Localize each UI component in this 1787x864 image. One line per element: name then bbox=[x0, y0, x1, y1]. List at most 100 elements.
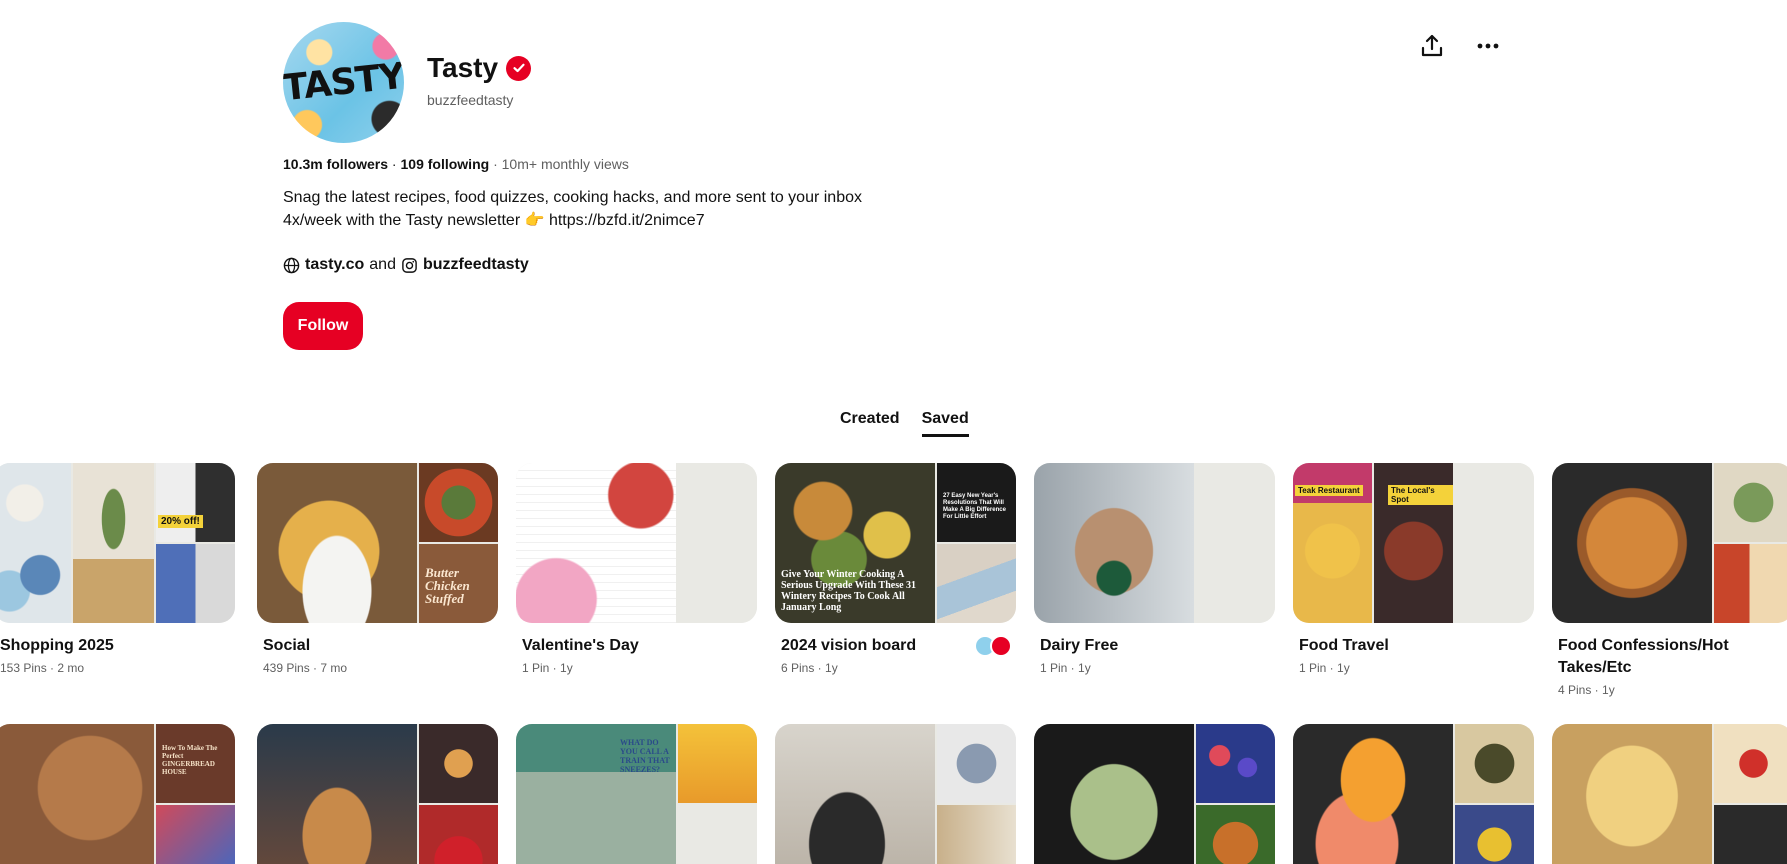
board-cover-placeholder bbox=[678, 463, 757, 542]
board-cover bbox=[257, 724, 498, 864]
board-cover-caption: The Local's Spot bbox=[1388, 485, 1453, 505]
board-cover bbox=[1552, 724, 1787, 864]
board-card[interactable] bbox=[1034, 724, 1275, 864]
board-card[interactable]: How To Make The Perfect GINGERBREAD HOUS… bbox=[0, 724, 235, 864]
board-cover-placeholder bbox=[1455, 463, 1534, 542]
board-card[interactable]: Dairy Free 1 Pin · 1y bbox=[1034, 463, 1275, 675]
verified-check-icon bbox=[506, 55, 532, 81]
profile-avatar: TASTY bbox=[283, 22, 404, 143]
board-card[interactable]: Food Confessions/Hot Takes/Etc 4 Pins · … bbox=[1552, 463, 1787, 697]
board-cover-image bbox=[1196, 805, 1275, 864]
more-options-button[interactable] bbox=[1464, 22, 1512, 70]
instagram-icon bbox=[402, 257, 417, 273]
board-cover: Butter Chicken Stuffed bbox=[257, 463, 498, 623]
board-cover-image bbox=[1455, 805, 1534, 864]
more-icon bbox=[1477, 43, 1499, 49]
board-cover-image bbox=[1034, 463, 1194, 623]
board-card[interactable] bbox=[257, 724, 498, 864]
tab-saved[interactable]: Saved bbox=[921, 410, 969, 437]
boards-grid: 20% off! Shopping 2025 153 Pins · 2 mo B… bbox=[0, 463, 1787, 864]
board-cover bbox=[1293, 724, 1534, 864]
board-cover-image bbox=[1714, 544, 1787, 623]
board-cover-image bbox=[937, 805, 1016, 864]
board-cover-caption: WHAT DO YOU CALL A TRAIN THAT SNEEZES? bbox=[620, 738, 670, 774]
board-collaborators bbox=[974, 635, 1012, 657]
board-cover-image bbox=[156, 544, 235, 623]
board-cover bbox=[516, 463, 757, 623]
avatar-logo-text: TASTY bbox=[283, 55, 404, 110]
board-meta: 153 Pins · 2 mo bbox=[0, 661, 85, 675]
board-cover-placeholder bbox=[1196, 544, 1275, 623]
board-card[interactable] bbox=[1293, 724, 1534, 864]
links-joiner: and bbox=[369, 256, 396, 273]
board-cover-placeholder bbox=[678, 805, 757, 864]
followers-count[interactable]: 10.3m followers bbox=[283, 156, 388, 172]
board-cover-image bbox=[937, 544, 1016, 623]
instagram-link[interactable]: buzzfeedtasty bbox=[423, 256, 529, 274]
board-cover-caption: Give Your Winter Cooking A Serious Upgra… bbox=[781, 569, 917, 613]
profile-tabs: Created Saved bbox=[840, 410, 969, 437]
board-cover: Give Your Winter Cooking A Serious Upgra… bbox=[775, 463, 1016, 623]
board-cover bbox=[1034, 724, 1275, 864]
monthly-views: 10m+ monthly views bbox=[501, 156, 629, 172]
board-cover-image bbox=[257, 724, 417, 864]
board-meta: 1 Pin · 1y bbox=[522, 661, 573, 675]
share-button[interactable] bbox=[1408, 22, 1456, 70]
board-card[interactable]: Butter Chicken Stuffed Social 439 Pins ·… bbox=[257, 463, 498, 675]
board-meta: 1 Pin · 1y bbox=[1040, 661, 1091, 675]
board-card[interactable]: 20% off! Shopping 2025 153 Pins · 2 mo bbox=[0, 463, 235, 675]
following-count[interactable]: 109 following bbox=[401, 156, 490, 172]
board-cover-image bbox=[419, 463, 498, 542]
board-cover-image bbox=[1552, 724, 1712, 864]
profile-name-row: Tasty bbox=[427, 52, 532, 84]
board-cover bbox=[1034, 463, 1275, 623]
board-cover-placeholder bbox=[678, 544, 757, 623]
board-title: Food Travel bbox=[1299, 637, 1389, 654]
board-cover-image bbox=[257, 463, 417, 623]
board-title: Shopping 2025 bbox=[0, 637, 114, 654]
board-cover bbox=[1552, 463, 1787, 623]
website-link[interactable]: tasty.co bbox=[305, 256, 364, 274]
board-cover-image bbox=[0, 724, 154, 864]
profile-stats: 10.3m followers · 109 following · 10m+ m… bbox=[283, 156, 629, 172]
stats-separator: · bbox=[489, 156, 502, 172]
board-title: Food Confessions/Hot Takes/Etc bbox=[1558, 637, 1729, 676]
follow-button[interactable]: Follow bbox=[283, 302, 363, 350]
board-cover-image bbox=[1714, 805, 1787, 864]
profile-handle: buzzfeedtasty bbox=[427, 92, 514, 108]
board-cover-placeholder bbox=[1196, 463, 1275, 542]
trending-icon bbox=[990, 635, 1012, 657]
share-icon bbox=[1421, 34, 1443, 57]
sale-badge: 20% off! bbox=[158, 515, 203, 528]
board-card[interactable] bbox=[1552, 724, 1787, 864]
board-card[interactable]: Teak Restaurant The Local's Spot Food Tr… bbox=[1293, 463, 1534, 675]
board-card[interactable]: Give Your Winter Cooking A Serious Upgra… bbox=[775, 463, 1016, 675]
board-cover-image bbox=[1552, 463, 1712, 623]
board-cover-image: Butter Chicken Stuffed bbox=[419, 544, 498, 623]
board-cover: How To Make The Perfect GINGERBREAD HOUS… bbox=[0, 724, 235, 864]
tab-created[interactable]: Created bbox=[840, 410, 900, 437]
stats-separator: · bbox=[388, 156, 401, 172]
board-cover-image bbox=[1293, 724, 1453, 864]
board-cover-caption: How To Make The Perfect GINGERBREAD HOUS… bbox=[162, 744, 218, 776]
board-card[interactable]: WHAT DO YOU CALL A TRAIN THAT SNEEZES? bbox=[516, 724, 757, 864]
board-cover-image bbox=[0, 463, 71, 623]
board-cover bbox=[775, 724, 1016, 864]
board-cover-image bbox=[419, 724, 498, 803]
board-card[interactable]: Valentine's Day 1 Pin · 1y bbox=[516, 463, 757, 675]
board-cover-image bbox=[775, 724, 935, 864]
board-cover-image bbox=[1455, 724, 1534, 803]
board-cover-image: How To Make The Perfect GINGERBREAD HOUS… bbox=[156, 724, 235, 803]
board-cover: WHAT DO YOU CALL A TRAIN THAT SNEEZES? bbox=[516, 724, 757, 864]
board-cover-image bbox=[1714, 724, 1787, 803]
board-title: Valentine's Day bbox=[522, 637, 639, 654]
board-cover-image: 20% off! bbox=[156, 463, 235, 542]
board-cover-image bbox=[1034, 724, 1194, 864]
board-cover-image: 27 Easy New Year's Resolutions That Will… bbox=[937, 463, 1016, 542]
board-card[interactable] bbox=[775, 724, 1016, 864]
board-cover-image bbox=[1714, 463, 1787, 542]
board-cover-image bbox=[937, 724, 1016, 803]
board-meta: 439 Pins · 7 mo bbox=[263, 661, 348, 675]
board-cover-image bbox=[156, 805, 235, 864]
board-cover-image: The Local's Spot bbox=[1374, 463, 1453, 623]
